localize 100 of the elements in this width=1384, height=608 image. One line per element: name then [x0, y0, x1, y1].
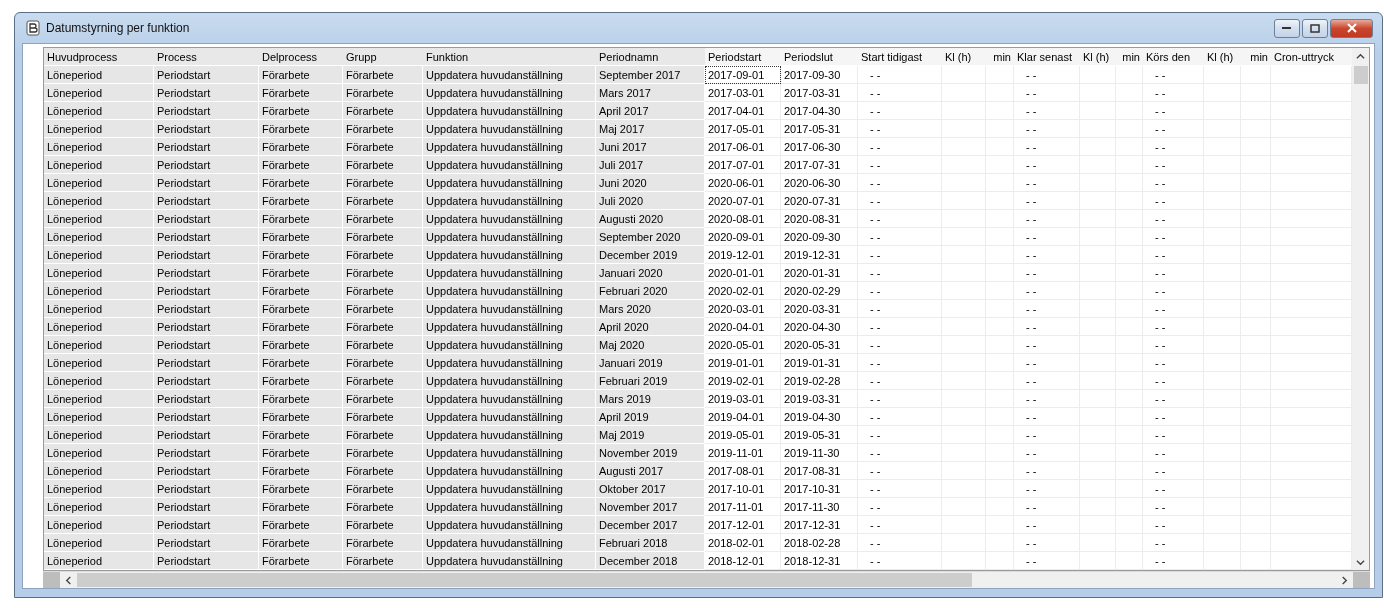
- table-cell: - -: [1143, 138, 1204, 156]
- column-header[interactable]: Periodslut: [781, 48, 858, 65]
- table-cell: Löneperiod: [44, 282, 154, 300]
- column-header[interactable]: Start tidigast: [858, 48, 942, 65]
- column-header[interactable]: min: [1116, 48, 1143, 65]
- table-cell: - -: [858, 372, 942, 390]
- column-header[interactable]: Cron-uttryck: [1271, 48, 1352, 65]
- table-cell: 2017-04-30: [781, 102, 858, 120]
- table-cell: 2017-08-01: [705, 462, 781, 480]
- scrollbar-thumb[interactable]: [77, 573, 972, 587]
- table-cell: Förarbete: [343, 480, 423, 498]
- close-button[interactable]: [1330, 18, 1373, 38]
- table-cell: - -: [1143, 318, 1204, 336]
- table-cell: Periodstart: [154, 174, 259, 192]
- table-cell: - -: [858, 120, 942, 138]
- table-cell: Maj 2020: [596, 336, 705, 354]
- column-header[interactable]: Körs den: [1143, 48, 1204, 65]
- table-cell: 2017-07-31: [781, 156, 858, 174]
- column-header[interactable]: Grupp: [343, 48, 423, 65]
- table-cell: Löneperiod: [44, 300, 154, 318]
- scroll-down-icon[interactable]: [1356, 557, 1365, 567]
- table-cell: Februari 2018: [596, 534, 705, 552]
- scrollbar-corner: [43, 572, 60, 588]
- table-cell: 2019-05-01: [705, 426, 781, 444]
- column-header[interactable]: Periodnamn: [596, 48, 705, 65]
- table-cell: Oktober 2017: [596, 480, 705, 498]
- column-header[interactable]: min: [1241, 48, 1271, 65]
- table-cell: - -: [858, 498, 942, 516]
- table-cell: Förarbete: [343, 552, 423, 570]
- minimize-icon: [1282, 26, 1292, 30]
- table-cell: Förarbete: [259, 66, 343, 84]
- table-cell: Uppdatera huvudanställning: [423, 84, 596, 102]
- column-header[interactable]: Kl (h): [942, 48, 986, 65]
- table-cell: [1116, 552, 1143, 570]
- table-cell: 2017-05-01: [705, 120, 781, 138]
- table-cell: - -: [1143, 390, 1204, 408]
- table-cell: Löneperiod: [44, 354, 154, 372]
- table-cell: April 2017: [596, 102, 705, 120]
- table-cell: September 2017: [596, 66, 705, 84]
- table-cell: 2019-03-01: [705, 390, 781, 408]
- minimize-button[interactable]: [1274, 18, 1300, 38]
- table-cell: - -: [858, 192, 942, 210]
- column-header[interactable]: Huvudprocess: [44, 48, 154, 65]
- table-cell: - -: [1143, 192, 1204, 210]
- column-header[interactable]: Funktion: [423, 48, 596, 65]
- table-cell: 2018-12-01: [705, 552, 781, 570]
- table-cell: Uppdatera huvudanställning: [423, 210, 596, 228]
- table-cell: Förarbete: [343, 354, 423, 372]
- table-cell: - -: [1014, 264, 1080, 282]
- table-cell: - -: [858, 462, 942, 480]
- table-cell: Löneperiod: [44, 516, 154, 534]
- column-header[interactable]: Kl (h): [1204, 48, 1241, 65]
- table-cell: 2020-08-01: [705, 210, 781, 228]
- table-cell: Förarbete: [343, 534, 423, 552]
- table-cell: Augusti 2020: [596, 210, 705, 228]
- table-cell: 2019-03-31: [781, 390, 858, 408]
- table-cell: Maj 2017: [596, 120, 705, 138]
- table-cell: Löneperiod: [44, 246, 154, 264]
- table-cell: 2017-06-01: [705, 138, 781, 156]
- table-cell: 2017-07-01: [705, 156, 781, 174]
- table-cell: 2017-12-31: [781, 516, 858, 534]
- scrollbar-corner: [1353, 572, 1370, 588]
- window-title: Datumstyrning per funktion: [46, 21, 191, 35]
- column-header[interactable]: min: [986, 48, 1014, 65]
- table-cell: Mars 2020: [596, 300, 705, 318]
- table-cell: - -: [858, 246, 942, 264]
- column-header[interactable]: Klar senast: [1014, 48, 1080, 65]
- table-cell: Periodstart: [154, 372, 259, 390]
- column-header[interactable]: Delprocess: [259, 48, 343, 65]
- table-cell: 2020-02-29: [781, 282, 858, 300]
- table-cell: - -: [858, 102, 942, 120]
- table-cell: 2018-12-31: [781, 552, 858, 570]
- column-header[interactable]: Process: [154, 48, 259, 65]
- table-cell: Maj 2019: [596, 426, 705, 444]
- table-cell: Löneperiod: [44, 444, 154, 462]
- table-cell: 2019-02-01: [705, 372, 781, 390]
- table-cell: 2020-01-01: [705, 264, 781, 282]
- column-header[interactable]: Periodstart: [705, 48, 781, 65]
- vertical-scrollbar[interactable]: [1352, 48, 1369, 570]
- maximize-button[interactable]: [1302, 18, 1328, 38]
- scroll-left-icon[interactable]: [64, 575, 73, 585]
- table-cell: - -: [858, 138, 942, 156]
- table-cell: Förarbete: [259, 498, 343, 516]
- table-cell: Förarbete: [343, 300, 423, 318]
- scrollbar-thumb[interactable]: [1353, 66, 1368, 84]
- table-cell: - -: [858, 174, 942, 192]
- table-cell: 2019-12-31: [781, 246, 858, 264]
- table-cell: - -: [1014, 102, 1080, 120]
- table-cell: 2019-04-01: [705, 408, 781, 426]
- scroll-right-icon[interactable]: [1340, 575, 1349, 585]
- table-cell: 2017-10-01: [705, 480, 781, 498]
- table-cell: - -: [1143, 120, 1204, 138]
- table-cell: Periodstart: [154, 336, 259, 354]
- table-cell: Löneperiod: [44, 390, 154, 408]
- scroll-up-icon[interactable]: [1356, 51, 1365, 61]
- table-cell: 2019-11-01: [705, 444, 781, 462]
- table-cell: 2017-05-31: [781, 120, 858, 138]
- horizontal-scrollbar[interactable]: [43, 571, 1370, 588]
- column-header[interactable]: Kl (h): [1080, 48, 1116, 65]
- table-cell: 2020-07-31: [781, 192, 858, 210]
